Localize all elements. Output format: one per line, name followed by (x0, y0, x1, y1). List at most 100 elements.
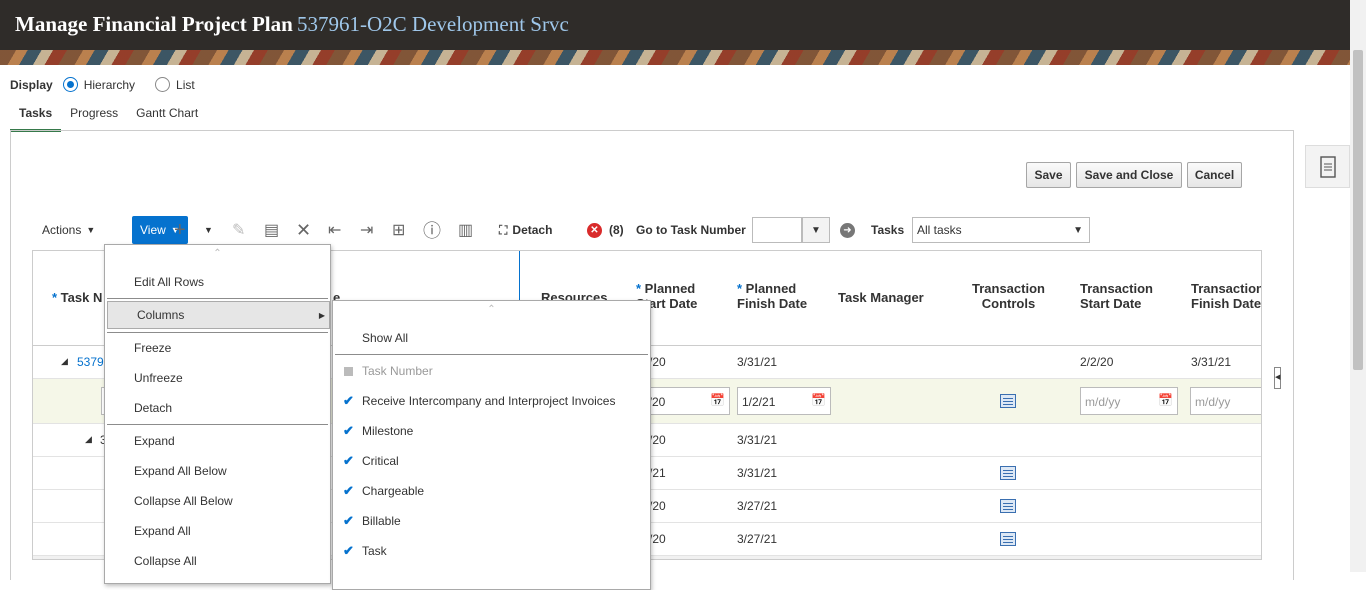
detach-label: Detach (512, 223, 553, 237)
check-icon: ✔ (343, 483, 354, 498)
planned-finish: 3/31/21 (737, 355, 778, 369)
menu-collapse-all[interactable]: Collapse All (105, 547, 330, 575)
transaction-finish-input[interactable]: m/d/yy (1190, 387, 1261, 415)
planned-finish: 3/27/21 (737, 499, 778, 513)
check-icon: ✔ (343, 393, 354, 408)
calendar-icon: 📅 (811, 393, 826, 407)
task-toolbar: Actions ▼ View ▼ + ▼ ✎ ▤ ✕ ⇤ ⇥ ⊞ ⓘ ▥ ⛶ Deta… (30, 215, 1130, 245)
column-toggle-task[interactable]: ✔ Task (333, 537, 650, 565)
planned-start: /20 (649, 499, 666, 513)
transaction-controls-icon[interactable] (1000, 532, 1016, 546)
menu-collapse-all-below[interactable]: Collapse All Below (105, 487, 330, 515)
tab-tasks[interactable]: Tasks (10, 102, 62, 132)
help-icon[interactable]: ⓘ (423, 215, 441, 245)
check-icon: ✔ (343, 543, 354, 558)
save-and-close-button[interactable]: Save and Close (1076, 162, 1182, 188)
planned-finish: 3/27/21 (737, 532, 778, 546)
detach-button[interactable]: ⛶ Detach (499, 215, 552, 245)
scroll-up-icon[interactable]: ⌃ (333, 304, 650, 315)
page-header: Manage Financial Project Plan 537961-O2C… (0, 0, 1350, 65)
menu-edit-all-rows[interactable]: Edit All Rows (105, 268, 330, 296)
tasks-filter-select[interactable]: All tasks ▼ (912, 217, 1090, 243)
disabled-checkbox-icon (344, 366, 353, 376)
menu-freeze[interactable]: Freeze (105, 334, 330, 362)
collapse-pane-icon[interactable]: ◀ (1274, 367, 1281, 389)
col-planned-finish[interactable]: * Planned Finish Date (737, 281, 807, 311)
menu-columns-label: Columns (137, 308, 185, 322)
go-arrow-icon[interactable]: ➜ (840, 215, 855, 245)
display-label: Display (10, 77, 53, 92)
collapse-icon[interactable]: ◢ (85, 434, 92, 445)
goto-task-dropdown-icon[interactable]: ▼ (802, 217, 830, 243)
page-title: Manage Financial Project Plan (15, 12, 293, 36)
error-indicator[interactable]: ✕ (8) (587, 215, 624, 245)
header-banner (0, 50, 1350, 65)
calendar-icon: 📅 (710, 393, 725, 407)
transaction-controls-icon[interactable] (1000, 499, 1016, 513)
collapse-icon[interactable]: ◢ (61, 356, 68, 367)
error-icon: ✕ (587, 222, 602, 238)
hierarchy-radio[interactable] (62, 77, 78, 92)
column-toggle-critical[interactable]: ✔ Critical (333, 447, 650, 475)
task-number-link[interactable]: 5379 (77, 355, 104, 369)
side-panel-toggle[interactable] (1305, 145, 1350, 188)
actions-menu[interactable]: Actions ▼ (42, 215, 95, 245)
actions-label: Actions (42, 223, 82, 237)
menu-expand-all[interactable]: Expand All (105, 517, 330, 545)
transaction-start-input[interactable]: m/d/yy 📅 (1080, 387, 1178, 415)
tasks-filter-label: Tasks (871, 223, 905, 237)
goto-task-input[interactable] (752, 217, 802, 243)
menu-detach[interactable]: Detach (105, 394, 330, 422)
columns-icon[interactable]: ▥ (458, 215, 473, 245)
transaction-controls-icon[interactable] (1000, 466, 1016, 480)
view-menu: ⌃ Edit All Rows Columns ▶ Freeze Unfreeze… (104, 244, 331, 584)
hierarchy-icon[interactable]: ⊞ (392, 215, 405, 245)
indent-icon[interactable]: ⇥ (360, 215, 373, 245)
tab-gantt-chart[interactable]: Gantt Chart (127, 102, 207, 132)
outdent-icon[interactable]: ⇤ (328, 215, 341, 245)
edit-icon[interactable]: ✎ (232, 215, 245, 245)
column-toggle-chargeable[interactable]: ✔ Chargeable (333, 477, 650, 505)
column-toggle-milestone[interactable]: ✔ Milestone (333, 417, 650, 445)
page-scrollbar[interactable] (1350, 0, 1366, 572)
menu-columns[interactable]: Columns ▶ (107, 301, 330, 329)
chevron-down-icon: ▼ (1073, 224, 1083, 236)
tasks-filter-value: All tasks (917, 223, 962, 237)
list-label[interactable]: List (176, 78, 195, 92)
chevron-down-icon: ▼ (86, 225, 96, 235)
menu-show-all[interactable]: Show All (333, 324, 650, 352)
add-menu-chevron-icon[interactable]: ▼ (204, 215, 213, 245)
scrollbar-thumb[interactable] (1353, 50, 1363, 370)
error-count: (8) (609, 223, 624, 237)
menu-expand-all-below[interactable]: Expand All Below (105, 457, 330, 485)
cancel-button[interactable]: Cancel (1187, 162, 1242, 188)
column-toggle-receive-invoices[interactable]: ✔ Receive Intercompany and Interproject I… (333, 387, 650, 415)
column-toggle-task-number: Task Number (333, 357, 650, 385)
tab-bar: Tasks Progress Gantt Chart (10, 102, 207, 132)
column-toggle-billable[interactable]: ✔ Billable (333, 507, 650, 535)
document-icon (1319, 155, 1336, 178)
menu-unfreeze[interactable]: Unfreeze (105, 364, 330, 392)
transaction-start: 2/2/20 (1080, 355, 1114, 369)
col-task-manager[interactable]: Task Manager (838, 290, 924, 305)
planned-start: /21 (649, 466, 666, 480)
col-task-number[interactable]: * Task N (52, 290, 102, 305)
planned-finish-input[interactable]: 1/2/21 📅 (737, 387, 831, 415)
tab-progress[interactable]: Progress (61, 102, 127, 132)
menu-expand[interactable]: Expand (105, 427, 330, 455)
goto-task-label: Go to Task Number (636, 223, 746, 237)
hierarchy-label[interactable]: Hierarchy (84, 78, 135, 92)
clipboard-icon[interactable]: ▤ (264, 215, 279, 245)
project-name: 537961-O2C Development Srvc (297, 12, 569, 36)
col-transaction-controls[interactable]: Transaction Controls (972, 281, 1045, 311)
col-transaction-start[interactable]: Transaction Start Date (1080, 281, 1153, 311)
transaction-controls-icon[interactable] (1000, 394, 1016, 408)
columns-submenu: ⌃ Show All Task Number ✔ Receive Intercom… (332, 300, 651, 590)
list-radio[interactable] (155, 77, 171, 92)
save-button[interactable]: Save (1026, 162, 1071, 188)
col-transaction-finish[interactable]: Transaction Finish Date (1191, 281, 1261, 311)
scroll-up-icon[interactable]: ⌃ (105, 248, 330, 259)
delete-icon[interactable]: ✕ (296, 215, 311, 245)
transaction-finish: 3/31/21 (1191, 355, 1232, 369)
add-icon[interactable]: + (174, 215, 186, 245)
